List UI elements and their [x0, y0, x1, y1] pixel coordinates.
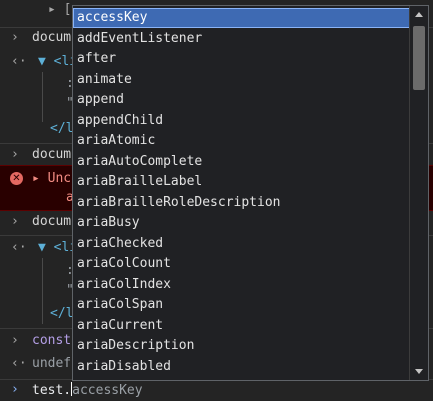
result-arrow-icon: ‹·: [11, 356, 27, 371]
autocomplete-item[interactable]: ariaBrailleRoleDescription: [73, 193, 412, 213]
input-chevron-icon: ›: [11, 333, 19, 348]
autocomplete-item[interactable]: ariaColSpan: [73, 295, 412, 315]
input-chevron-icon: ›: [11, 147, 19, 162]
autocomplete-item[interactable]: addEventListener: [73, 29, 412, 49]
autocomplete-item[interactable]: ariaCurrent: [73, 316, 412, 336]
console-command-1: docum: [32, 30, 72, 45]
input-chevron-icon: ›: [11, 30, 19, 45]
autocomplete-item[interactable]: ariaColIndex: [73, 275, 412, 295]
scroll-down-icon[interactable]: [415, 369, 423, 374]
autocomplete-dropdown[interactable]: accessKey addEventListener after animate app…: [72, 5, 429, 381]
result-arrow-icon: ‹·: [11, 240, 27, 255]
autocomplete-item[interactable]: append: [73, 90, 412, 110]
result-close-tag-1: </l: [50, 121, 74, 136]
prompt-input[interactable]: test.accessKey: [32, 382, 143, 398]
autocomplete-item[interactable]: ariaColCount: [73, 254, 412, 274]
prompt-chevron-icon: ›: [11, 382, 19, 397]
autocomplete-item[interactable]: after: [73, 49, 412, 69]
inline-suggestion: accessKey: [72, 383, 143, 398]
autocomplete-item[interactable]: accessKey: [73, 8, 412, 28]
autocomplete-item[interactable]: appendChild: [73, 111, 412, 131]
result-undefined: undef: [32, 356, 72, 371]
result-arrow-icon: ‹·: [11, 54, 27, 69]
autocomplete-item[interactable]: animate: [73, 70, 412, 90]
autocomplete-item[interactable]: ariaChecked: [73, 234, 412, 254]
input-chevron-icon: ›: [11, 214, 19, 229]
error-icon: ✕: [10, 172, 23, 185]
scroll-thumb[interactable]: [413, 26, 425, 90]
autocomplete-item[interactable]: ariaDescription: [73, 336, 412, 356]
autocomplete-item[interactable]: ariaDisabled: [73, 357, 412, 377]
autocomplete-item[interactable]: ariaAtomic: [73, 131, 412, 151]
array-fragment: ▸ [: [48, 2, 72, 17]
console-command-2: docum: [32, 147, 72, 162]
console-command-3: docum: [32, 214, 72, 229]
console-prompt[interactable]: › test.accessKey: [0, 379, 433, 401]
result-close-tag-3: </l: [50, 306, 74, 321]
autocomplete-item[interactable]: ariaBrailleLabel: [73, 172, 412, 192]
indent-guide: [42, 258, 43, 324]
autocomplete-item[interactable]: ariaBusy: [73, 213, 412, 233]
indent-guide: [42, 72, 43, 122]
expand-array-toggle[interactable]: ▸ [: [48, 2, 71, 17]
typed-text: test.: [32, 383, 72, 398]
scroll-up-icon[interactable]: [415, 12, 423, 17]
autocomplete-scrollbar[interactable]: [409, 6, 428, 380]
autocomplete-item[interactable]: ariaAutoComplete: [73, 152, 412, 172]
console-command-const: const: [32, 333, 72, 348]
